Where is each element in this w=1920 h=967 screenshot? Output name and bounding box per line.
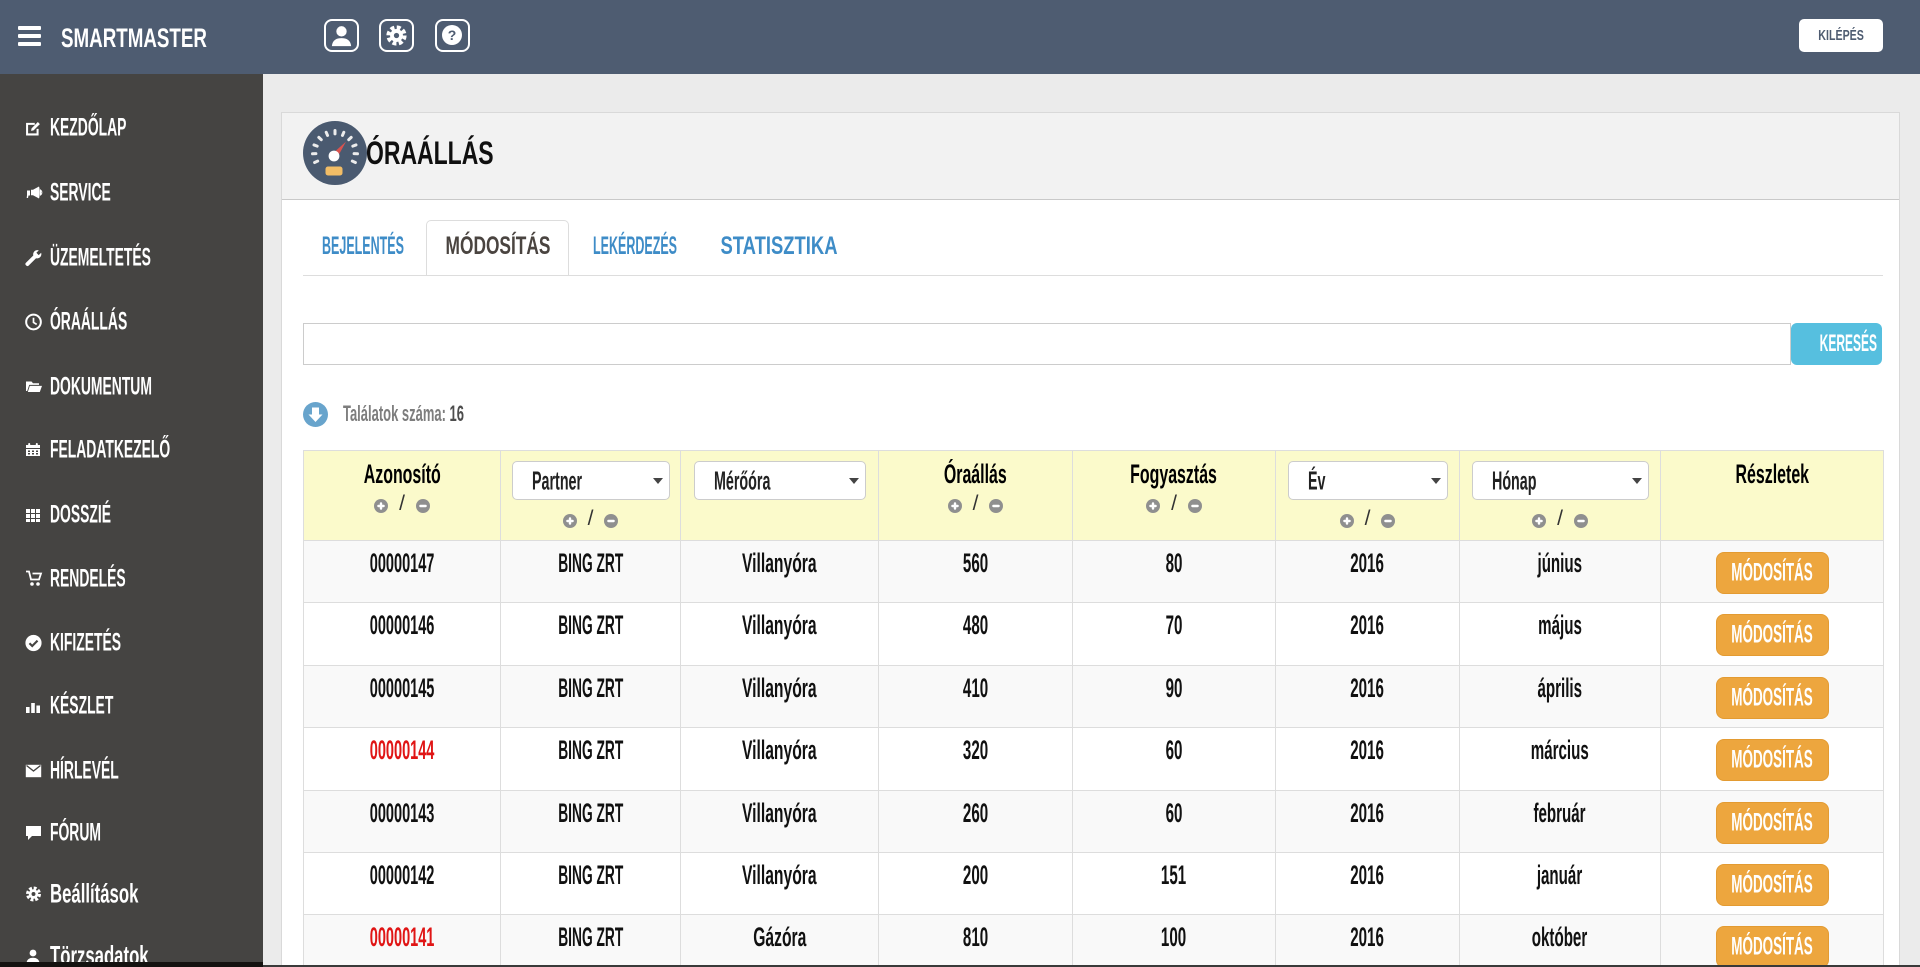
svg-text:?: ? bbox=[448, 27, 457, 43]
